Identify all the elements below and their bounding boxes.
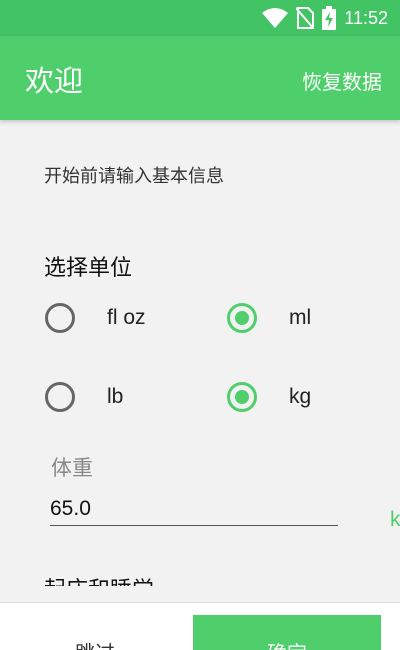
restore-data-button[interactable]: 恢复数据 [302,66,382,95]
status-icons: 11:52 [262,6,388,30]
no-sim-icon [296,7,315,29]
radio-kg[interactable]: kg [227,382,311,412]
weight-input[interactable] [50,492,338,526]
radio-ml[interactable]: ml [227,303,311,333]
confirm-button[interactable]: 确定 [193,615,381,650]
wifi-icon [262,8,289,28]
wake-sleep-section-title: 起床和睡觉 [44,572,154,586]
radio-checked-icon[interactable] [227,303,257,333]
app-bar: 欢迎 恢复数据 [0,36,400,120]
radio-unchecked-icon[interactable] [45,303,75,333]
radio-label: fl oz [107,306,146,329]
radio-lb[interactable]: lb [45,382,123,412]
radio-label: kg [289,385,312,408]
radio-checked-icon[interactable] [227,382,257,412]
radio-label: lb [107,385,124,408]
radio-label: ml [289,306,312,329]
battery-charging-icon [322,6,337,30]
page-title: 欢迎 [25,64,84,98]
intro-text: 开始前请输入基本信息 [44,166,224,187]
unit-section-title: 选择单位 [44,256,133,281]
status-bar: 11:52 [0,0,400,36]
main-content: 开始前请输入基本信息 选择单位 fl oz ml lb kg 体重 k 起床和睡… [0,120,400,586]
bottom-bar: 跳过 确定 [0,602,400,650]
skip-button[interactable]: 跳过 [0,603,190,650]
radio-fl-oz[interactable]: fl oz [45,303,146,333]
clock: 11:52 [344,7,388,28]
weight-unit-suffix: k [390,508,400,531]
radio-unchecked-icon[interactable] [45,382,75,412]
weight-label: 体重 [51,456,93,480]
